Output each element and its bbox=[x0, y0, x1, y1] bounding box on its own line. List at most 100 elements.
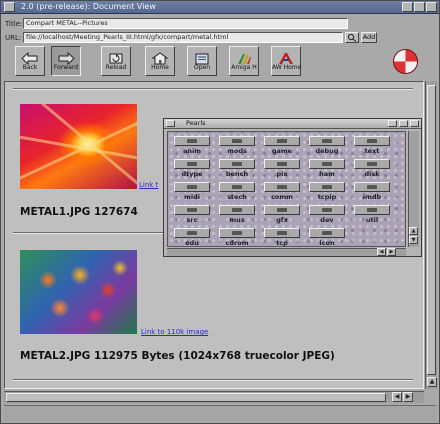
pearls-zoom-gadget[interactable] bbox=[388, 120, 397, 127]
pearls-window: Pearls anim mods game debug text dtype bench pi… bbox=[163, 118, 422, 257]
pearls-vertical-scrollbar[interactable]: ▲ ▼ bbox=[408, 131, 419, 247]
drawer-label[interactable]: dev bbox=[307, 216, 347, 224]
boing-ball-icon bbox=[393, 49, 418, 74]
forward-label: Forward bbox=[53, 64, 79, 71]
drawer-icon[interactable] bbox=[309, 228, 345, 238]
drawer-label[interactable]: util bbox=[352, 216, 392, 224]
drawer-icon[interactable] bbox=[309, 182, 345, 192]
pearls-scroll-down[interactable]: ▼ bbox=[409, 236, 418, 244]
scroll-left-button[interactable]: ◀ bbox=[392, 392, 402, 402]
amiga-home-button[interactable]: Amiga H bbox=[229, 46, 259, 76]
drawer-label[interactable]: edu bbox=[172, 239, 212, 247]
drawer-icon[interactable] bbox=[354, 205, 390, 215]
drawer-icon[interactable] bbox=[309, 136, 345, 146]
add-bookmark-button[interactable]: Add bbox=[361, 32, 377, 43]
iconify-gadget[interactable] bbox=[402, 2, 413, 12]
back-label: Back bbox=[22, 64, 38, 71]
drawer-icon[interactable] bbox=[219, 136, 255, 146]
zoom-gadget[interactable] bbox=[414, 2, 425, 12]
horizontal-scroll-knob[interactable] bbox=[6, 393, 386, 402]
url-row: URL: file://localhost/Meeting_Pearls_III… bbox=[5, 32, 435, 44]
pearls-close-gadget[interactable] bbox=[166, 120, 175, 127]
drawer-icon[interactable] bbox=[174, 159, 210, 169]
drawer-icon[interactable] bbox=[174, 228, 210, 238]
pearls-scroll-left[interactable]: ◀ bbox=[377, 248, 386, 256]
vertical-scroll-knob[interactable] bbox=[427, 85, 436, 375]
url-label: URL: bbox=[5, 34, 22, 42]
drawer-label[interactable]: debug bbox=[307, 147, 347, 155]
search-icon bbox=[347, 33, 357, 42]
drawer-label[interactable]: text bbox=[352, 147, 392, 155]
drawer-icon[interactable] bbox=[309, 205, 345, 215]
drawer-label[interactable]: midi bbox=[172, 193, 212, 201]
page-title-field: Compart METAL--Pictures bbox=[23, 18, 348, 29]
drawer-icon[interactable] bbox=[174, 136, 210, 146]
pearls-scroll-right[interactable]: ▶ bbox=[387, 248, 396, 256]
drawer-label[interactable]: anim bbox=[172, 147, 212, 155]
horizontal-scrollbar[interactable]: ◀ ▶ bbox=[4, 391, 424, 403]
home-label: Home bbox=[151, 64, 169, 71]
vertical-scrollbar[interactable]: ▲ bbox=[425, 81, 437, 389]
scroll-up-button[interactable]: ▲ bbox=[427, 377, 437, 387]
pearls-scroll-up[interactable]: ▲ bbox=[409, 227, 418, 235]
drawer-label[interactable]: stech bbox=[217, 193, 257, 201]
drawer-icon[interactable] bbox=[309, 159, 345, 169]
home-button[interactable]: Home bbox=[145, 46, 175, 76]
drawer-icon[interactable] bbox=[264, 159, 300, 169]
back-button[interactable]: Back bbox=[15, 46, 45, 76]
drawer-icon[interactable] bbox=[354, 136, 390, 146]
scroll-right-button[interactable]: ▶ bbox=[403, 392, 413, 402]
drawer-label[interactable]: dtype bbox=[172, 170, 212, 178]
drawer-label[interactable]: cdrom bbox=[217, 239, 257, 247]
pearls-titlebar[interactable]: Pearls bbox=[164, 119, 421, 129]
metal2-thumbnail[interactable] bbox=[20, 250, 137, 334]
drawer-icon[interactable] bbox=[219, 205, 255, 215]
drawer-label[interactable]: bench bbox=[217, 170, 257, 178]
forward-button[interactable]: Forward bbox=[51, 46, 81, 76]
home-icon bbox=[151, 50, 169, 65]
drawer-label[interactable]: imdb bbox=[352, 193, 392, 201]
metal2-caption: METAL2.JPG 112975 Bytes (1024x768 trueco… bbox=[20, 350, 335, 362]
drawer-icon[interactable] bbox=[354, 159, 390, 169]
drawer-icon[interactable] bbox=[264, 228, 300, 238]
reload-button[interactable]: Reload bbox=[101, 46, 131, 76]
open-button[interactable]: Open bbox=[187, 46, 217, 76]
drawer-label[interactable]: game bbox=[262, 147, 302, 155]
metal1-link[interactable]: Link t bbox=[139, 181, 158, 189]
close-gadget[interactable] bbox=[4, 2, 15, 12]
drawer-label[interactable]: disk bbox=[352, 170, 392, 178]
drawer-label[interactable]: mus bbox=[217, 216, 257, 224]
forward-arrow-icon bbox=[57, 50, 75, 66]
url-history-button[interactable] bbox=[345, 32, 359, 43]
amiga-home-label: Amiga H bbox=[231, 64, 257, 71]
metal2-link[interactable]: Link to 110k image bbox=[141, 328, 208, 336]
drawer-label[interactable]: pix bbox=[262, 170, 302, 178]
status-bar bbox=[4, 405, 436, 421]
pearls-horizontal-scrollbar[interactable]: ◀ ▶ bbox=[167, 248, 406, 256]
drawer-label[interactable]: tcp bbox=[262, 239, 302, 247]
drawer-label[interactable]: icon bbox=[307, 239, 347, 247]
drawer-icon[interactable] bbox=[264, 136, 300, 146]
aw-home-label: AW Home bbox=[272, 64, 302, 71]
drawer-icon[interactable] bbox=[354, 182, 390, 192]
drawer-icon[interactable] bbox=[219, 182, 255, 192]
drawer-label[interactable]: gfx bbox=[262, 216, 302, 224]
depth-gadget[interactable] bbox=[426, 2, 437, 12]
drawer-icon[interactable] bbox=[264, 205, 300, 215]
aw-home-button[interactable]: AW Home bbox=[271, 46, 301, 76]
drawer-icon[interactable] bbox=[219, 228, 255, 238]
drawer-label[interactable]: tcpip bbox=[307, 193, 347, 201]
url-input[interactable]: file://localhost/Meeting_Pearls_III.html… bbox=[23, 32, 343, 43]
drawer-icon[interactable] bbox=[219, 159, 255, 169]
drawer-icon[interactable] bbox=[174, 205, 210, 215]
drawer-label[interactable]: comm bbox=[262, 193, 302, 201]
metal1-thumbnail[interactable] bbox=[20, 104, 137, 189]
drawer-icon[interactable] bbox=[264, 182, 300, 192]
pearls-depth-gadget[interactable] bbox=[410, 120, 419, 127]
drawer-label[interactable]: src bbox=[172, 216, 212, 224]
drawer-icon[interactable] bbox=[174, 182, 210, 192]
drawer-label[interactable]: ham bbox=[307, 170, 347, 178]
drawer-label[interactable]: mods bbox=[217, 147, 257, 155]
pearls-iconify-gadget[interactable] bbox=[399, 120, 408, 127]
window-titlebar[interactable]: 2.0 (pre-release): Document View bbox=[1, 1, 439, 14]
